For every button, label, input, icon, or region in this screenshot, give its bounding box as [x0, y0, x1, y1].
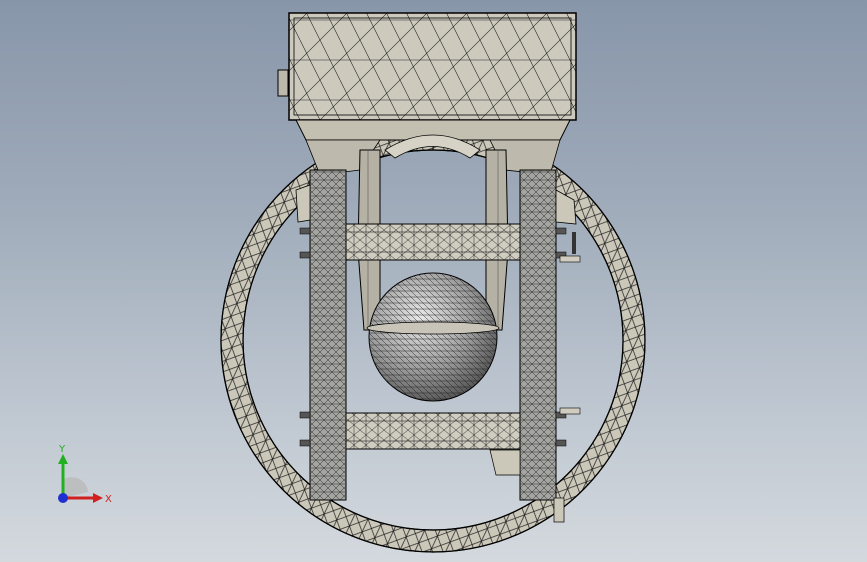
- x-axis-label: X: [105, 494, 112, 505]
- top-housing[interactable]: [277, 12, 577, 176]
- float-sphere[interactable]: [366, 272, 500, 402]
- cad-model[interactable]: [0, 0, 867, 562]
- left-column[interactable]: [295, 169, 347, 501]
- y-axis-head: [58, 454, 68, 464]
- upper-crossbar[interactable]: [345, 223, 521, 261]
- y-axis-label: Y: [58, 444, 66, 455]
- lower-crossbar[interactable]: [345, 412, 521, 450]
- x-axis-head: [93, 493, 103, 503]
- orientation-triad: Y X: [58, 444, 112, 505]
- z-axis-dot: [58, 493, 68, 503]
- graphics-viewport[interactable]: Y X: [0, 0, 867, 562]
